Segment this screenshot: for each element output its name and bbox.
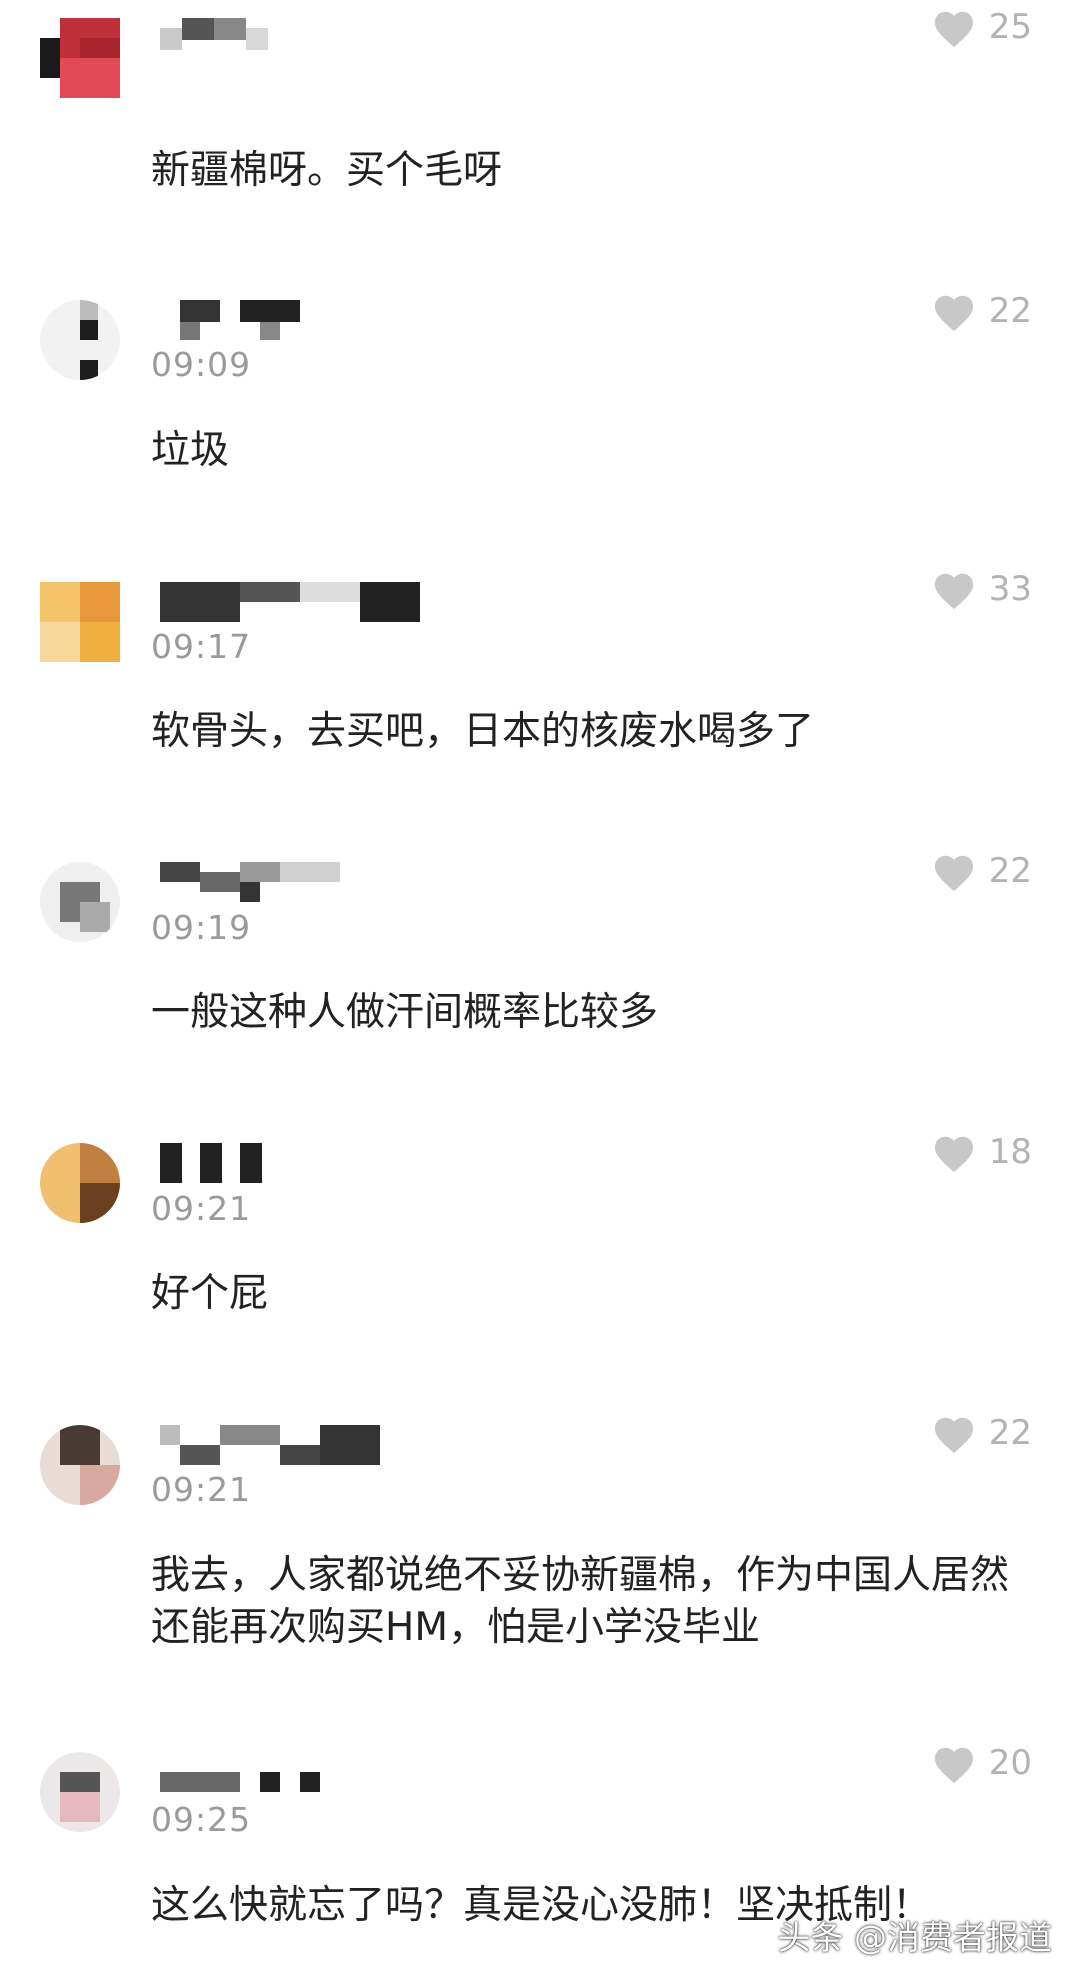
like-count: 22 (988, 1413, 1032, 1453)
comment-text: 一般这种人做汗间概率比较多 (151, 990, 659, 1035)
like-button[interactable]: 22 (931, 290, 1032, 332)
avatar[interactable] (40, 1143, 120, 1223)
comment-time: 09:21 (151, 1189, 252, 1228)
comment-text: 新疆棉呀。买个毛呀 (151, 148, 503, 193)
like-count: 33 (988, 569, 1032, 609)
username-pixelated[interactable] (160, 1762, 420, 1804)
like-count: 25 (988, 7, 1032, 47)
username-pixelated[interactable] (160, 1143, 420, 1185)
like-button[interactable]: 22 (931, 850, 1032, 892)
like-button[interactable]: 18 (931, 1131, 1032, 1173)
username-pixelated[interactable] (160, 862, 420, 904)
like-button[interactable]: 22 (931, 1412, 1032, 1454)
comment-time: 09:21 (151, 1470, 252, 1509)
username-pixelated[interactable] (160, 300, 420, 342)
comment-text: 好个屁 (151, 1271, 269, 1316)
like-button[interactable]: 20 (931, 1742, 1032, 1784)
avatar[interactable] (40, 862, 120, 942)
like-count: 22 (988, 291, 1032, 331)
like-count: 20 (988, 1743, 1032, 1783)
comment-text: 垃圾 (151, 428, 230, 473)
avatar[interactable] (40, 18, 120, 98)
like-button[interactable]: 25 (931, 6, 1032, 48)
avatar[interactable] (40, 1752, 120, 1832)
heart-icon (934, 855, 973, 892)
like-count: 18 (988, 1132, 1032, 1172)
heart-icon (934, 11, 973, 48)
avatar[interactable] (40, 582, 120, 662)
comment-time: 09:09 (151, 345, 252, 384)
watermark: 头条 @消费者报道 (777, 1918, 1053, 1957)
comment-time: 09:25 (151, 1800, 252, 1839)
like-button[interactable]: 33 (931, 568, 1032, 610)
comment-time: 09:19 (151, 908, 252, 947)
avatar[interactable] (40, 1425, 120, 1505)
username-pixelated[interactable] (160, 582, 420, 624)
like-count: 22 (988, 851, 1032, 891)
avatar[interactable] (40, 300, 120, 380)
username-pixelated[interactable] (160, 1425, 420, 1467)
heart-icon (934, 573, 973, 610)
heart-icon (934, 1417, 973, 1454)
heart-icon (934, 1136, 973, 1173)
comment-text: 我去，人家都说绝不妥协新疆棉，作为中国人居然还能再次购买HM，怕是小学没毕业 (151, 1553, 1010, 1650)
heart-icon (934, 295, 973, 332)
username-pixelated[interactable] (160, 18, 420, 60)
comment-text: 软骨头，去买吧，日本的核废水喝多了 (151, 709, 815, 754)
comment-time: 09:17 (151, 627, 252, 666)
heart-icon (934, 1747, 973, 1784)
